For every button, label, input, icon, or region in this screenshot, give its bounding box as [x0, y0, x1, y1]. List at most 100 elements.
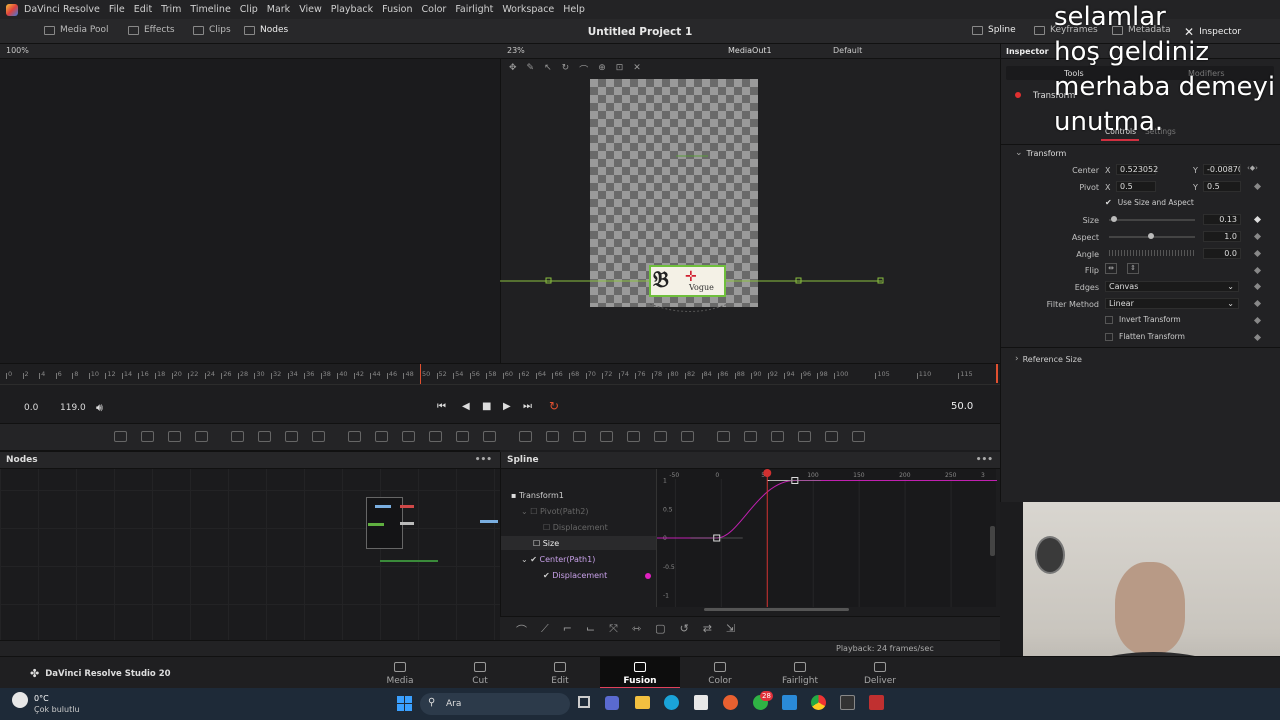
- brightness-tool-icon[interactable]: [402, 431, 415, 442]
- menu-view[interactable]: View: [299, 4, 322, 15]
- audio-icon[interactable]: 🔊︎: [96, 401, 103, 415]
- particle-tool-icon[interactable]: [546, 431, 559, 442]
- page-edit[interactable]: Edit: [520, 657, 600, 689]
- taskbar-search[interactable]: ⚲ Ara: [420, 693, 570, 715]
- node-mediaout[interactable]: [480, 520, 498, 523]
- menu-fairlight[interactable]: Fairlight: [455, 4, 493, 15]
- invert-transform-checkbox[interactable]: [1105, 315, 1113, 324]
- windows-start-icon[interactable]: [397, 696, 412, 711]
- spline-graph[interactable]: -50050100150200250310.50-0.5-1: [656, 469, 997, 607]
- store-icon[interactable]: [694, 695, 708, 710]
- playhead[interactable]: [420, 364, 421, 384]
- invert-keyframe-icon[interactable]: [1253, 316, 1262, 325]
- time-ruler[interactable]: 0 2 4 6 8 10 12 14 16 18 20 22 24 26 28 30 32 34 36 38 40 42 4…: [0, 363, 1000, 384]
- go-to-end-icon[interactable]: ⏭: [523, 401, 532, 412]
- page-deliver[interactable]: Deliver: [840, 657, 920, 689]
- node-minimap[interactable]: [366, 497, 414, 549]
- angle-keyframe-icon[interactable]: [1253, 249, 1262, 258]
- file-explorer-icon[interactable]: [635, 696, 650, 709]
- displace-tool-icon[interactable]: [825, 431, 838, 442]
- set-loop-icon[interactable]: ↺: [680, 622, 689, 640]
- tree-size[interactable]: ☐ Size: [533, 539, 559, 548]
- fast-noise-tool-icon[interactable]: [798, 431, 811, 442]
- menu-timeline[interactable]: Timeline: [190, 4, 230, 15]
- stop-icon[interactable]: ■: [482, 401, 491, 412]
- merge3d-tool-icon[interactable]: [627, 431, 640, 442]
- widgets-icon[interactable]: [605, 696, 619, 710]
- crop-tool-icon[interactable]: [456, 431, 469, 442]
- right-viewer-zoom[interactable]: 23%: [507, 46, 525, 55]
- spline-scrollbar[interactable]: [990, 526, 995, 556]
- aspect-slider[interactable]: [1109, 233, 1195, 239]
- size-field[interactable]: 0.13: [1203, 214, 1241, 225]
- camera3d-tool-icon[interactable]: [573, 431, 586, 442]
- ping-pong-icon[interactable]: ⇄: [703, 622, 712, 640]
- spline-button[interactable]: Spline: [972, 25, 1016, 35]
- pivot-keyframe-icon[interactable]: [1253, 182, 1262, 191]
- render-start[interactable]: 0.0: [24, 403, 38, 413]
- nodes-panel[interactable]: Nodes •••: [0, 452, 500, 640]
- pivot-x-field[interactable]: 0.5: [1116, 181, 1156, 192]
- page-media[interactable]: Media: [360, 657, 440, 689]
- flatten-transform-checkbox[interactable]: [1105, 332, 1113, 341]
- aspect-field[interactable]: 1.0: [1203, 231, 1241, 242]
- text-tool-icon[interactable]: [168, 431, 181, 442]
- chrome-icon[interactable]: [811, 695, 826, 710]
- image-plane-tool-icon[interactable]: [717, 431, 730, 442]
- reference-size-header[interactable]: › Reference Size: [1015, 354, 1082, 364]
- center-x-field[interactable]: 0.523052: [1116, 164, 1158, 175]
- tree-pivot-displacement[interactable]: ☐ Displacement: [543, 523, 608, 532]
- nodes-options-icon[interactable]: •••: [475, 455, 492, 465]
- page-color[interactable]: Color: [680, 657, 760, 689]
- rectangle-tool-icon[interactable]: [285, 431, 298, 442]
- step-in-icon[interactable]: ⌙: [586, 622, 595, 640]
- step-icon[interactable]: ⌐: [563, 622, 572, 640]
- left-viewer-zoom[interactable]: 100%: [6, 46, 29, 55]
- pivot-y-field[interactable]: 0.5: [1203, 181, 1241, 192]
- menu-fusion[interactable]: Fusion: [382, 4, 412, 15]
- mail-app-icon[interactable]: [782, 695, 797, 710]
- tree-size-row[interactable]: [501, 536, 656, 550]
- time-stretch-icon[interactable]: ⇿: [632, 622, 641, 640]
- filter-keyframe-icon[interactable]: [1253, 299, 1262, 308]
- shape-box-icon[interactable]: ▢: [655, 622, 665, 640]
- reverse-icon[interactable]: ⤧: [609, 622, 618, 640]
- menu-file[interactable]: File: [109, 4, 125, 15]
- use-size-checkbox[interactable]: ✔: [1105, 198, 1112, 207]
- flip-keyframe-icon[interactable]: [1253, 266, 1262, 275]
- spline-curve-canvas[interactable]: -50050100150200250310.50-0.5-1: [657, 469, 997, 607]
- spline-options-icon[interactable]: •••: [976, 455, 993, 465]
- step-back-icon[interactable]: ◀: [462, 401, 470, 412]
- flatten-keyframe-icon[interactable]: [1253, 333, 1262, 342]
- flip-vertical-icon[interactable]: ⇕: [1127, 263, 1139, 274]
- aspect-slider-knob[interactable]: [1148, 233, 1154, 239]
- viewer-output[interactable]: MediaOut1: [728, 46, 772, 55]
- merge-tool-icon[interactable]: [312, 431, 325, 442]
- ellipse-tool-icon[interactable]: [258, 431, 271, 442]
- play-icon[interactable]: ▶: [503, 401, 511, 412]
- size-slider[interactable]: [1109, 216, 1195, 222]
- task-view-icon[interactable]: [578, 696, 590, 708]
- center-keyframe-icon[interactable]: ‹◆›: [1247, 164, 1258, 172]
- relative-icon[interactable]: ⇲: [726, 622, 735, 640]
- aspect-keyframe-icon[interactable]: [1253, 232, 1262, 241]
- transform-overlay[interactable]: [500, 59, 1000, 363]
- edge-browser-icon[interactable]: [664, 695, 679, 710]
- tree-center-displacement[interactable]: ✔ Displacement: [543, 571, 607, 580]
- size-slider-knob[interactable]: [1111, 216, 1117, 222]
- color-corrector-tool-icon[interactable]: [375, 431, 388, 442]
- paint-tool-icon[interactable]: [141, 431, 154, 442]
- light-tool-icon[interactable]: [681, 431, 694, 442]
- center-y-field[interactable]: -0.008708: [1203, 164, 1241, 175]
- page-fusion[interactable]: Fusion: [600, 657, 680, 689]
- loop-icon[interactable]: ↻: [549, 399, 559, 413]
- angle-dial[interactable]: [1109, 250, 1195, 256]
- flip-horizontal-icon[interactable]: ⇹: [1105, 263, 1117, 274]
- transform-tool-icon[interactable]: [429, 431, 442, 442]
- render-end[interactable]: 119.0: [60, 403, 86, 413]
- tree-pivot[interactable]: ⌄ ☐ Pivot(Path2): [521, 507, 589, 516]
- page-fairlight[interactable]: Fairlight: [760, 657, 840, 689]
- graph-playhead-knob[interactable]: [763, 469, 772, 477]
- tracker-tool-icon[interactable]: [519, 431, 532, 442]
- logo-clip[interactable]: 𝔅 Vogue ✛: [649, 265, 726, 297]
